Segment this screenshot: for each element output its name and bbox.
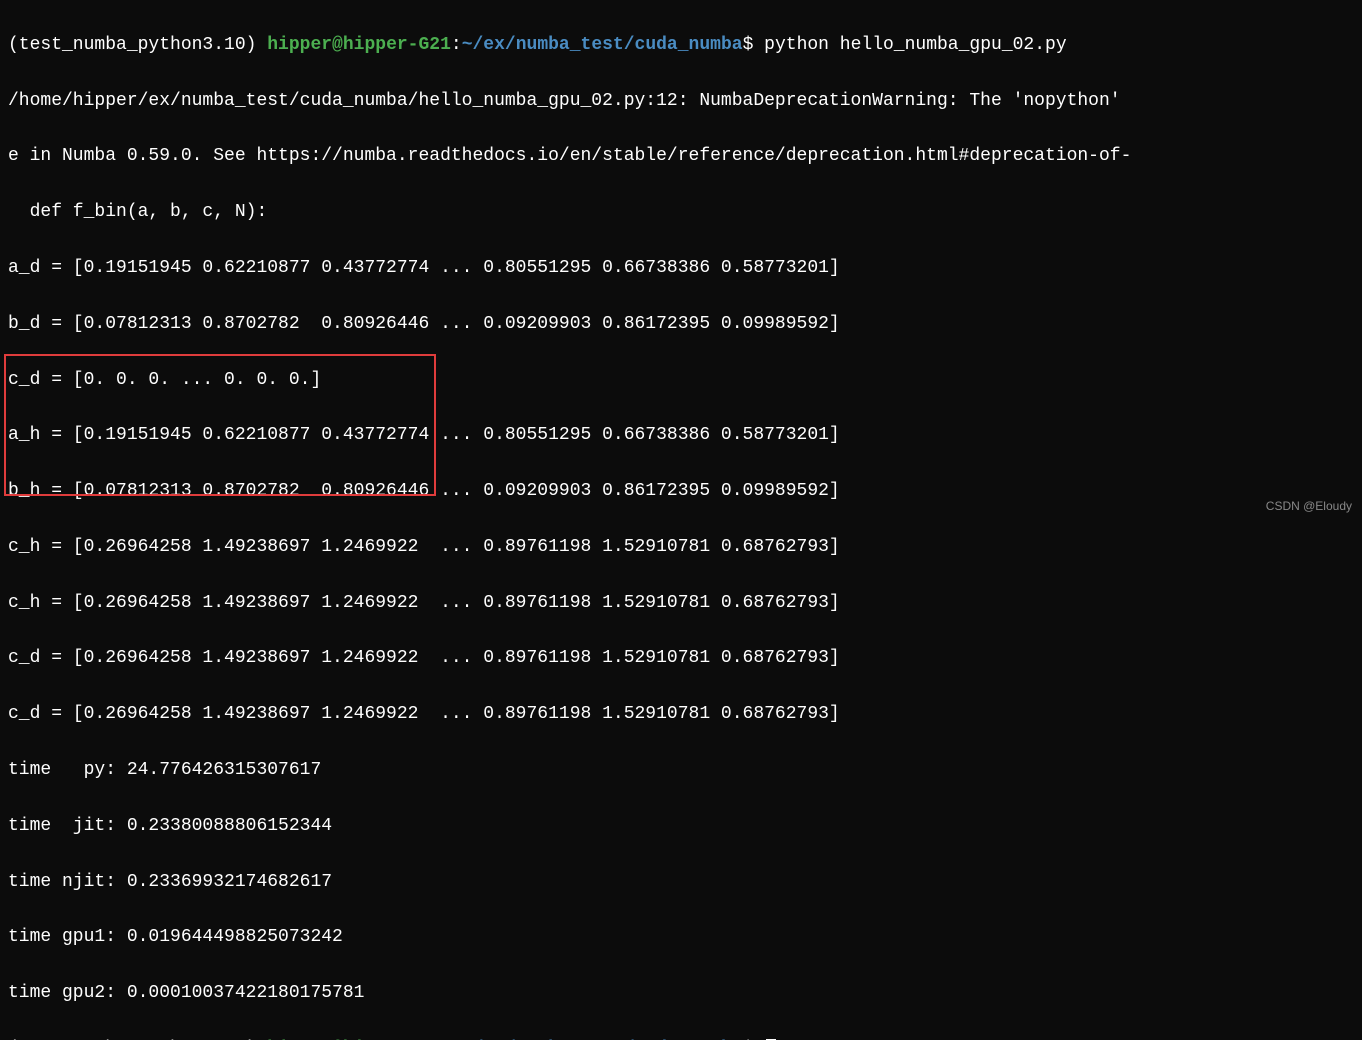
time-njit: time njit: 0.23369932174682617 <box>8 869 1354 897</box>
array-b-d: b_d = [0.07812313 0.8702782 0.80926446 .… <box>8 311 1354 339</box>
dollar: $ <box>743 1039 754 1040</box>
time-gpu1: time gpu1: 0.019644498825073242 <box>8 924 1354 952</box>
warning-line-1: /home/hipper/ex/numba_test/cuda_numba/he… <box>8 88 1354 116</box>
time-jit: time jit: 0.23380088806152344 <box>8 813 1354 841</box>
cwd-path: ~/ex/numba_test/cuda_numba <box>462 1039 743 1040</box>
user-host: hipper@hipper-G21 <box>267 1039 451 1040</box>
array-c-d-2: c_d = [0.26964258 1.49238697 1.2469922 .… <box>8 645 1354 673</box>
array-b-h: b_h = [0.07812313 0.8702782 0.80926446 .… <box>8 478 1354 506</box>
cursor-icon <box>766 1039 776 1040</box>
time-py: time py: 24.776426315307617 <box>8 757 1354 785</box>
user-host: hipper@hipper-G21 <box>267 35 451 55</box>
terminal-output: (test_numba_python3.10) hipper@hipper-G2… <box>0 0 1362 1040</box>
array-c-h-1: c_h = [0.26964258 1.49238697 1.2469922 .… <box>8 534 1354 562</box>
command-text: python hello_numba_gpu_02.py <box>753 35 1066 55</box>
cwd-path: ~/ex/numba_test/cuda_numba <box>462 35 743 55</box>
prompt-line-1[interactable]: (test_numba_python3.10) hipper@hipper-G2… <box>8 32 1354 60</box>
prompt-line-2[interactable]: (test_numba_python3.10) hipper@hipper-G2… <box>8 1036 1354 1040</box>
venv-name: (test_numba_python3.10) <box>8 35 267 55</box>
warning-line-3: def f_bin(a, b, c, N): <box>8 199 1354 227</box>
array-c-d-initial: c_d = [0. 0. 0. ... 0. 0. 0.] <box>8 367 1354 395</box>
colon: : <box>451 1039 462 1040</box>
venv-name: (test_numba_python3.10) <box>8 1039 267 1040</box>
array-a-h: a_h = [0.19151945 0.62210877 0.43772774 … <box>8 422 1354 450</box>
array-c-d-3: c_d = [0.26964258 1.49238697 1.2469922 .… <box>8 701 1354 729</box>
array-a-d: a_d = [0.19151945 0.62210877 0.43772774 … <box>8 255 1354 283</box>
colon: : <box>451 35 462 55</box>
array-c-h-2: c_h = [0.26964258 1.49238697 1.2469922 .… <box>8 590 1354 618</box>
warning-line-2: e in Numba 0.59.0. See https://numba.rea… <box>8 143 1354 171</box>
dollar: $ <box>743 35 754 55</box>
watermark-credit: CSDN @Eloudy <box>1266 497 1352 516</box>
time-gpu2: time gpu2: 0.00010037422180175781 <box>8 980 1354 1008</box>
